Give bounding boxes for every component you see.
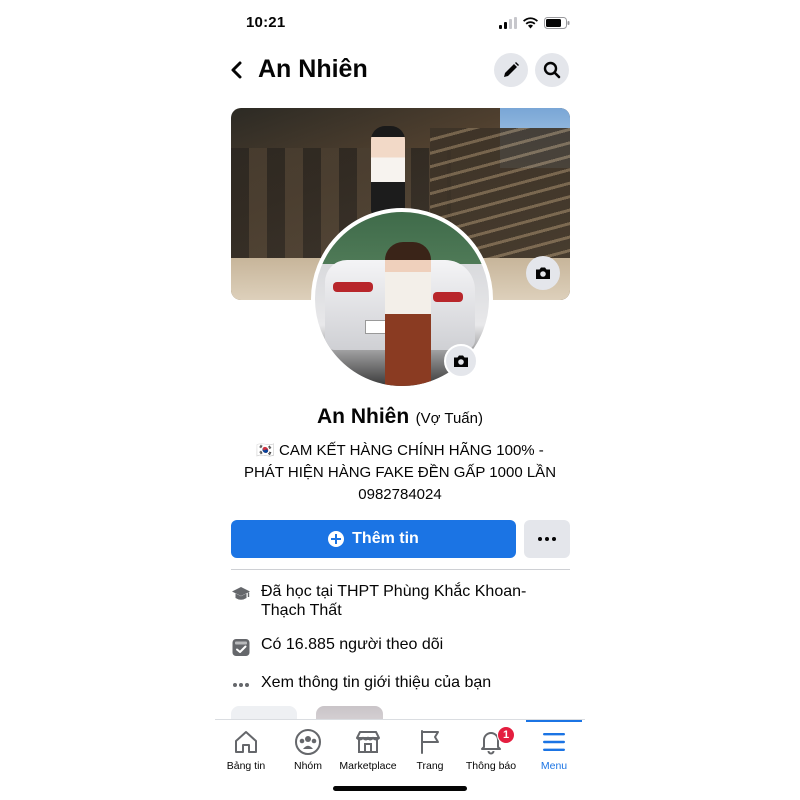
pages-flag-icon [421,730,439,754]
plus-circle-icon [328,531,345,547]
tab-label: Thông báo [465,760,517,772]
wifi-icon [523,17,538,29]
education-row[interactable]: Đã học tại THPT Phùng Khắc Khoan-Thạch T… [231,582,570,620]
tab-label: Menu [540,760,568,772]
followers-icon [232,639,250,656]
camera-icon [536,267,550,279]
status-time: 10:21 [246,14,286,31]
tab-notifications[interactable]: 1 Thông báo [455,726,527,772]
edit-avatar-button[interactable] [444,344,478,378]
profile-screen: 10:21 An Nhiên An Nhiên (Vợ Tuấn) 🇰🇷 CAM… [215,0,585,800]
home-icon [235,731,257,753]
followers-text: Có 16.885 người theo dõi [261,636,444,653]
notification-badge: 1 [497,726,515,744]
cellular-signal-icon [499,17,517,29]
search-icon [543,61,561,79]
tab-menu[interactable]: Menu [518,726,590,772]
chevron-left-icon [231,61,242,79]
home-indicator[interactable] [333,786,467,791]
education-text: Đã học tại THPT Phùng Khắc Khoan-Thạch T… [261,583,527,619]
profile-alternate-name: (Vợ Tuấn) [415,410,483,427]
active-tab-indicator [526,720,582,722]
profile-header: An Nhiên [215,48,585,92]
add-story-button[interactable]: Thêm tin [231,520,516,558]
profile-bio: 🇰🇷 CAM KẾT HÀNG CHÍNH HÃNG 100% - PHÁT H… [225,440,575,506]
marketplace-icon [356,731,380,753]
page-title: An Nhiên [258,55,368,83]
about-text: Xem thông tin giới thiệu của bạn [261,674,492,691]
menu-icon [543,733,565,751]
edit-profile-button[interactable] [494,53,528,87]
divider [231,569,570,570]
groups-icon [295,729,321,755]
more-options-button[interactable] [524,520,570,558]
about-row[interactable]: Xem thông tin giới thiệu của bạn [231,673,570,695]
edit-cover-button[interactable] [526,256,560,290]
battery-icon [544,17,570,29]
camera-icon [454,355,468,367]
back-button[interactable] [227,56,247,84]
graduation-cap-icon [232,587,250,600]
profile-name: An Nhiên [317,405,410,428]
search-button[interactable] [535,53,569,87]
bio-line: PHÁT HIỆN HÀNG FAKE ĐỀN GẤP 1000 LẦN [243,464,557,481]
more-horizontal-icon [233,683,249,687]
add-story-label: Thêm tin [352,530,419,547]
more-dots-icon [538,537,556,541]
bio-line: 0982784024 [358,486,442,503]
followers-row[interactable]: Có 16.885 người theo dõi [231,635,570,657]
bio-line: 🇰🇷 CAM KẾT HÀNG CHÍNH HÃNG 100% - [256,442,544,459]
pencil-icon [504,62,519,77]
status-bar: 10:21 [215,12,585,36]
profile-name-line: An Nhiên (Vợ Tuấn) [215,405,585,429]
